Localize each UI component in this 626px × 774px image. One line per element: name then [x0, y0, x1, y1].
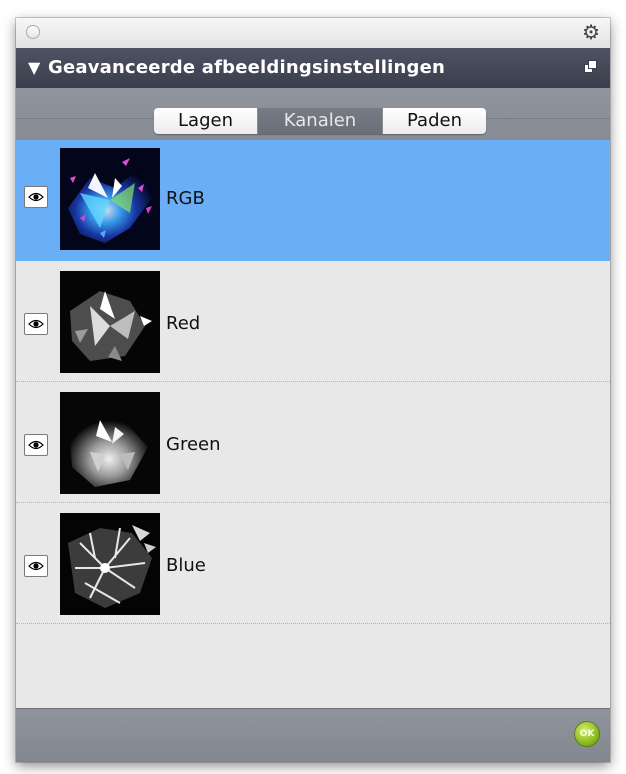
channel-label: Blue — [166, 555, 206, 576]
channels-list: RGB Red Green Blue — [16, 140, 610, 708]
popout-icon[interactable] — [584, 60, 598, 74]
eye-icon[interactable] — [24, 313, 48, 335]
channel-row-green[interactable]: Green — [16, 382, 610, 503]
channel-label: Red — [166, 313, 201, 334]
panel-header[interactable]: ▼ Geavanceerde afbeeldingsinstellingen — [16, 48, 610, 88]
circle-button-icon[interactable] — [26, 25, 40, 39]
channel-row-rgb[interactable]: RGB — [16, 140, 610, 261]
panel-footer: OK — [16, 708, 610, 762]
triangle-down-icon[interactable]: ▼ — [28, 59, 40, 77]
tab-paden[interactable]: Paden — [382, 108, 486, 134]
tab-kanalen[interactable]: Kanalen — [258, 108, 382, 134]
channel-label: RGB — [166, 188, 205, 209]
eye-icon[interactable] — [24, 186, 48, 208]
panel-window: ⚙ ▼ Geavanceerde afbeeldingsinstellingen… — [16, 18, 610, 762]
channel-row-red[interactable]: Red — [16, 261, 610, 382]
tab-bar: Lagen Kanalen Paden — [16, 88, 610, 140]
segmented-tabs: Lagen Kanalen Paden — [154, 108, 486, 134]
channel-thumbnail-rgb — [60, 148, 160, 250]
eye-icon[interactable] — [24, 555, 48, 577]
channel-row-blue[interactable]: Blue — [16, 503, 610, 624]
ok-circle-icon[interactable]: OK — [574, 721, 600, 747]
tab-lagen[interactable]: Lagen — [154, 108, 258, 134]
channel-thumbnail-red — [60, 271, 160, 373]
eye-icon[interactable] — [24, 434, 48, 456]
channel-thumbnail-blue — [60, 513, 160, 615]
channel-label: Green — [166, 434, 221, 455]
panel-title: Geavanceerde afbeeldingsinstellingen — [48, 57, 446, 78]
gear-icon[interactable]: ⚙ — [582, 21, 600, 43]
channel-thumbnail-green — [60, 392, 160, 494]
title-bar: ⚙ — [16, 18, 610, 49]
